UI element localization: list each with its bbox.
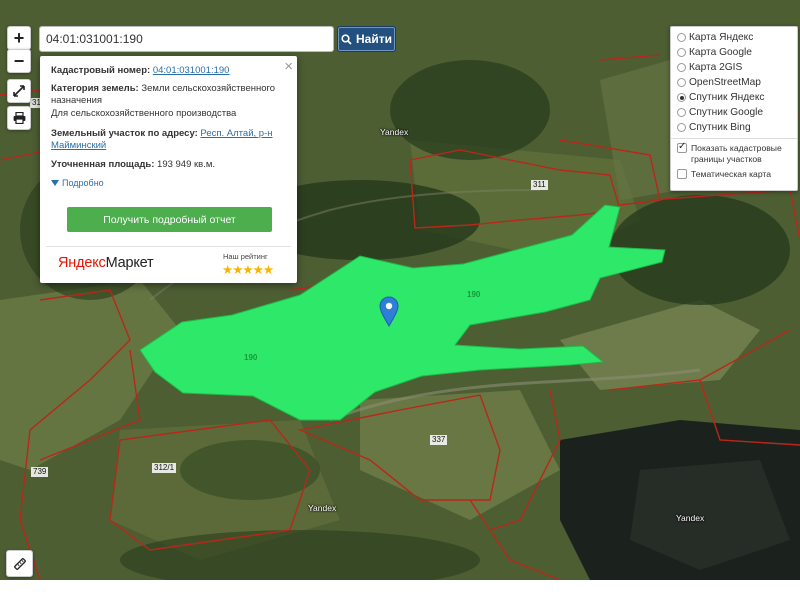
cadastral-number-row: Кадастровый номер: 04:01:031001:190 [51,65,283,77]
layer-label: Спутник Bing [689,122,751,133]
parcel-label: 311 [531,180,548,190]
parcel-label: 312/1 [152,463,177,473]
triangle-down-icon [51,180,59,186]
checkbox-checked-icon [677,141,687,153]
layer-option-yandex-map[interactable]: Карта Яндекс [677,32,753,43]
map-watermark: Yandex [308,503,337,513]
thematic-map-checkbox[interactable]: Тематическая карта [677,169,792,180]
layer-label: Карта Яндекс [689,32,754,43]
yandex-market-logo-part2: Маркет [105,255,154,271]
card-divider [46,246,291,247]
checkbox-label: Тематическая карта [691,169,772,179]
search-icon [341,33,352,45]
area-value: 193 949 кв.м. [157,159,216,170]
details-link-label: Подробно [62,178,104,188]
radio-icon [677,123,686,132]
cadastral-number-label: Кадастровый номер: [51,65,151,76]
search-button[interactable]: Найти [337,26,396,52]
radio-icon [677,78,686,87]
checkbox-icon [677,169,687,179]
layer-option-bing-satellite[interactable]: Спутник Bing [677,122,751,133]
ruler-button[interactable] [6,550,33,577]
parcel-label: 190 [467,290,481,299]
parcel-info-card: × Кадастровый номер: 04:01:031001:190 Ка… [40,56,297,283]
panel-divider [671,138,797,139]
address-label: Земельный участок по адресу: [51,128,198,139]
close-icon[interactable]: × [284,58,293,75]
search-button-label: Найти [356,32,392,46]
rating-label: Наш рейтинг [223,252,268,261]
area-row: Уточненная площадь: 193 949 кв.м. [51,159,283,171]
get-report-button[interactable]: Получить подробный отчет [67,207,272,232]
map-view[interactable]: Yandex Yandex Yandex 311 190 190 337 312… [0,0,800,580]
map-layers-panel: Карта Яндекс Карта Google Карта 2GIS Ope… [670,26,798,191]
show-cadastral-checkbox[interactable]: Показать кадастровые границы участков [677,141,792,165]
cadastral-number-link[interactable]: 04:01:031001:190 [153,65,230,76]
layer-label: Карта Google [689,47,752,58]
radio-icon [677,108,686,117]
ruler-icon [13,557,26,570]
radio-icon [677,48,686,57]
land-usage-row: Для сельскохозяйственного производства [51,108,283,120]
fullscreen-button[interactable] [7,79,31,103]
details-toggle[interactable]: Подробно [51,178,104,188]
yandex-market-logo[interactable]: ЯндексМаркет [58,255,154,271]
land-usage-value: Для сельскохозяйственного производства [51,108,237,119]
print-button[interactable] [7,106,31,130]
land-category-label: Категория земель: [51,83,139,94]
bottom-strip [0,580,800,600]
layer-option-yandex-satellite[interactable]: Спутник Яндекс [677,92,765,103]
printer-icon [13,112,25,124]
radio-selected-icon [677,93,686,102]
layer-label: Карта 2GIS [689,62,743,73]
layer-label: Спутник Google [689,107,764,118]
layer-option-google-satellite[interactable]: Спутник Google [677,107,763,118]
parcel-label: 337 [430,435,448,445]
radio-icon [677,63,686,72]
address-row: Земельный участок по адресу: Респ. Алтай… [51,128,283,152]
parcel-label: 190 [244,353,258,362]
zoom-in-button[interactable]: + [7,26,31,50]
map-watermark: Yandex [676,513,705,523]
layer-option-openstreetmap[interactable]: OpenStreetMap [677,77,761,88]
map-watermark: Yandex [380,127,409,137]
cadastral-search-input[interactable] [39,26,334,52]
layer-option-google-map[interactable]: Карта Google [677,47,752,58]
parcel-label: 739 [31,467,49,477]
checkbox-label: Показать кадастровые границы участков [691,143,782,164]
layer-option-2gis-map[interactable]: Карта 2GIS [677,62,742,73]
radio-icon [677,33,686,42]
land-category-row: Категория земель: Земли сельскохозяйстве… [51,83,283,107]
rating-stars: ★★★★★ [222,263,274,277]
layer-label: OpenStreetMap [689,77,761,88]
zoom-out-button[interactable]: − [7,49,31,73]
yandex-market-logo-part1: Яндекс [58,255,106,271]
area-label: Уточненная площадь: [51,159,155,170]
layer-label: Спутник Яндекс [689,92,765,103]
expand-icon [13,85,25,97]
